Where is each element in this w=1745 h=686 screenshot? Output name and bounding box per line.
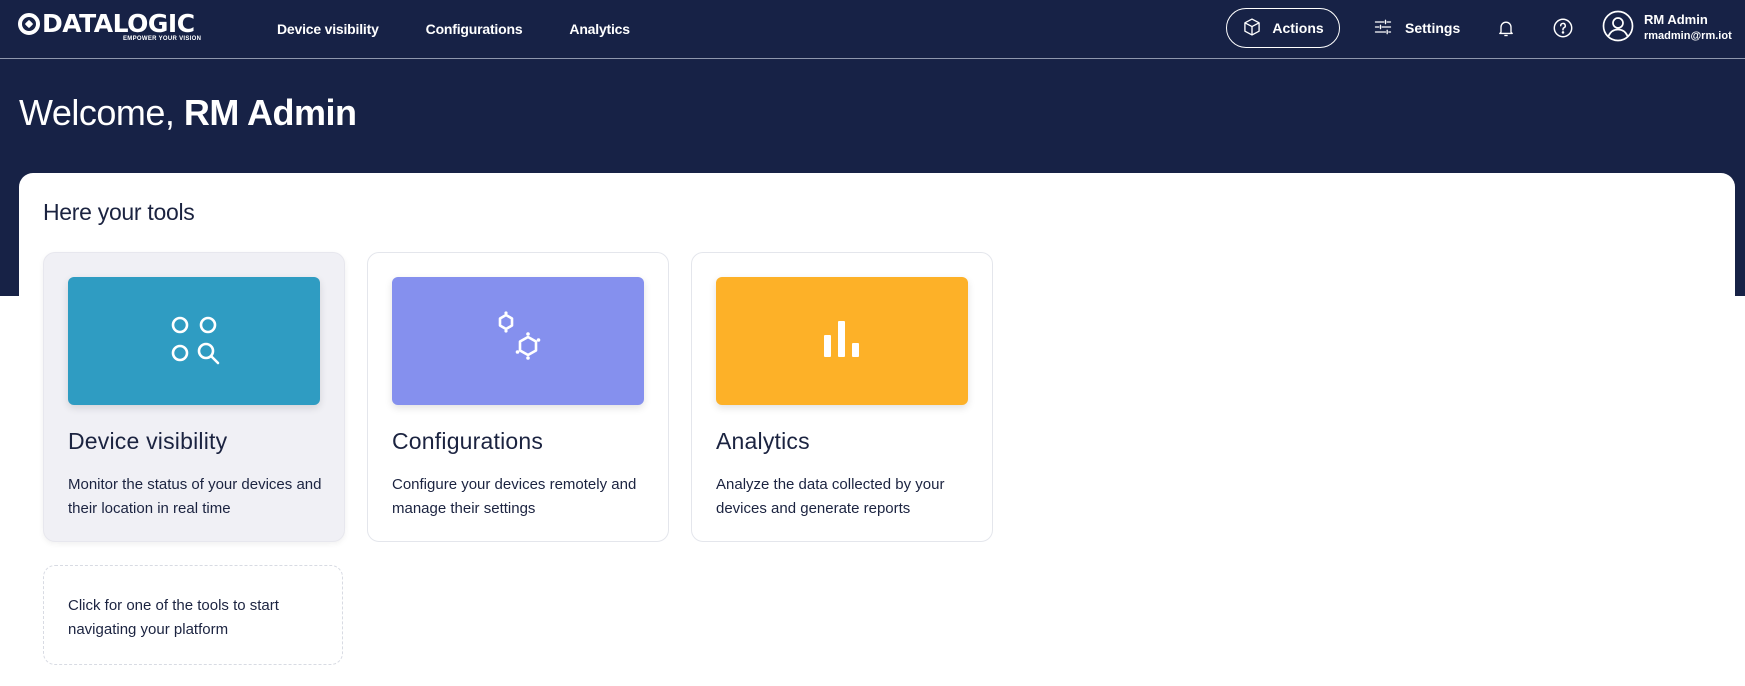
user-menu[interactable]: RM Admin rmadmin@rm.iot [1602, 8, 1732, 48]
tool-title: Analytics [716, 428, 810, 454]
logo-mark-icon [18, 13, 40, 35]
tool-description: Configure your devices remotely and mana… [392, 476, 637, 517]
sliders-icon [1373, 17, 1393, 40]
nav-device-visibility[interactable]: Device visibility [277, 21, 379, 37]
logo-text: DATALOGIC [42, 9, 195, 38]
tool-description: Analyze the data collected by your devic… [716, 476, 945, 517]
welcome-heading: Welcome, RM Admin [19, 92, 357, 134]
user-name: RM Admin [1644, 12, 1708, 27]
welcome-prefix: Welcome, [19, 92, 175, 133]
tool-description: Monitor the status of your devices and t… [68, 476, 322, 517]
configurations-thumbnail [392, 277, 644, 405]
device-search-icon [166, 311, 222, 372]
nav-analytics[interactable]: Analytics [569, 21, 630, 37]
analytics-thumbnail [716, 277, 968, 405]
top-navigation-bar: DATALOGIC EMPOWER YOUR VISION Device vis… [0, 0, 1745, 59]
tool-title: Device visibility [68, 428, 228, 454]
bell-icon[interactable] [1494, 16, 1518, 40]
cube-icon [1242, 17, 1262, 40]
datalogic-logo[interactable]: DATALOGIC EMPOWER YOUR VISION [18, 11, 208, 47]
actions-button[interactable]: Actions [1226, 8, 1340, 48]
actions-label: Actions [1272, 20, 1324, 36]
nav-configurations[interactable]: Configurations [426, 21, 523, 37]
help-icon[interactable] [1551, 16, 1575, 40]
settings-label: Settings [1405, 20, 1461, 36]
tool-title: Configurations [392, 428, 544, 454]
tools-panel: Here your tools Device visibility Monito… [19, 173, 1735, 686]
settings-button[interactable]: Settings [1373, 8, 1460, 48]
welcome-user-name: RM Admin [183, 92, 357, 133]
tool-card-device-visibility[interactable]: Device visibility Monitor the status of … [43, 252, 345, 542]
tool-card-analytics[interactable]: Analytics Analyze the data collected by … [691, 252, 993, 542]
hint-card: Click for one of the tools to start navi… [43, 565, 343, 665]
user-icon [1602, 10, 1634, 47]
tools-title: Here your tools [43, 199, 195, 225]
bar-chart-icon [820, 317, 864, 366]
tool-card-configurations[interactable]: Configurations Configure your devices re… [367, 252, 669, 542]
device-visibility-thumbnail [68, 277, 320, 405]
cogs-icon [488, 309, 548, 374]
user-email: rmadmin@rm.iot [1644, 30, 1732, 42]
hint-text: Click for one of the tools to start navi… [68, 597, 279, 638]
main-nav: Device visibility Configurations Analyti… [277, 0, 630, 58]
logo-tagline: EMPOWER YOUR VISION [123, 36, 202, 42]
